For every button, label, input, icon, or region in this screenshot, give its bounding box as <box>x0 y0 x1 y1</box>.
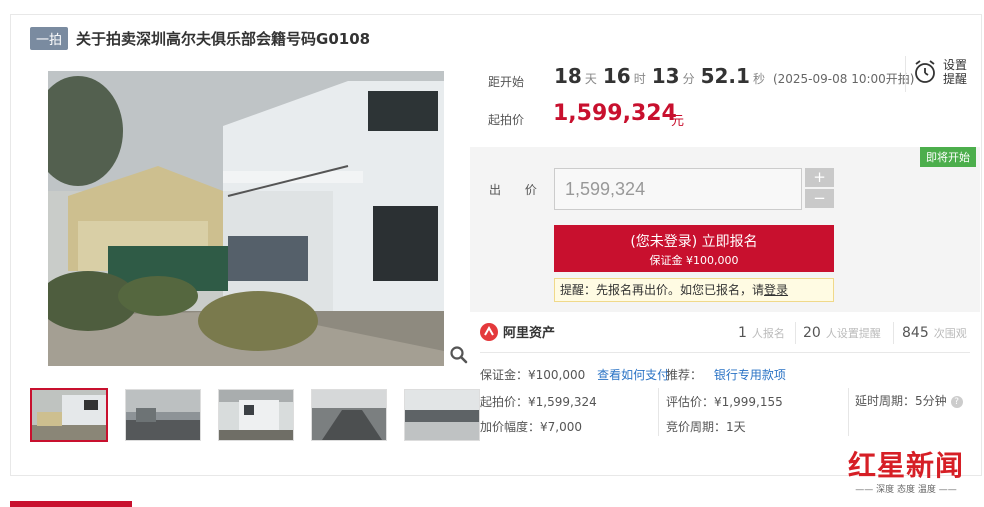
signup-button[interactable]: (您未登录) 立即报名 保证金 ¥100,000 <box>554 225 834 272</box>
reminder-line-2: 提醒 <box>943 72 968 86</box>
increment-value: ¥7,000 <box>540 420 583 434</box>
info-column-divider <box>848 388 849 436</box>
alarm-clock-icon <box>915 60 935 83</box>
watermark-title: 红星新闻 <box>848 449 965 482</box>
countdown-days: 18 <box>554 64 582 88</box>
ali-logo-icon <box>480 322 498 341</box>
info-start-price-label: 起拍价： <box>480 395 529 409</box>
info-start-price-value: ¥1,599,324 <box>528 395 597 409</box>
thumbnail-4[interactable] <box>311 389 387 441</box>
thumbnail-5-image <box>405 390 479 440</box>
stat-signups: 1 人报名 <box>738 325 785 341</box>
page-title: 关于拍卖深圳高尔夫俱乐部会籍号码G0108 <box>76 29 371 48</box>
stat-signups-value: 1 <box>738 325 747 341</box>
bottom-tab-indicator <box>10 501 132 507</box>
start-price-unit: 元 <box>671 114 685 129</box>
recommend-label: 推荐： <box>666 368 703 382</box>
countdown-label: 距开始 <box>488 75 525 89</box>
cycle-label: 竞价周期： <box>666 420 727 434</box>
thumbnail-2[interactable] <box>125 389 201 441</box>
thumbnail-3-image <box>219 390 293 440</box>
status-badge: 即将开始 <box>920 147 976 167</box>
zoom-icon[interactable] <box>449 345 469 365</box>
delay-info: 延时周期：5分钟? <box>855 392 963 409</box>
auction-round-tag: 一拍 <box>30 26 69 50</box>
countdown-minutes: 13 <box>651 64 680 88</box>
countdown-seconds-unit: 秒 <box>752 72 765 86</box>
set-reminder-button[interactable]: 设置 提醒 <box>913 58 967 86</box>
stat-divider <box>795 322 796 344</box>
title-row: 一拍 关于拍卖深圳高尔夫俱乐部会籍号码G0108 <box>30 26 371 50</box>
reminder-line-1: 设置 <box>943 58 968 72</box>
info-column-divider <box>658 388 659 436</box>
platform-logo: 阿里资产 <box>480 322 555 341</box>
ali-logo-glyph <box>484 325 494 335</box>
reminder-divider <box>905 56 906 92</box>
stat-views: 845 次围观 <box>902 325 967 341</box>
appraisal-label: 评估价： <box>666 395 715 409</box>
thumbnail-1-image <box>32 390 106 440</box>
bid-increase-button[interactable]: + <box>805 168 834 187</box>
delay-value: 5分钟 <box>915 394 947 408</box>
delay-label: 延时周期： <box>855 394 916 408</box>
thumbnail-2-image <box>126 390 200 440</box>
stat-reminders-value: 20 <box>803 325 821 341</box>
signup-button-label: (您未登录) 立即报名 <box>630 234 758 250</box>
signup-deposit-label: 保证金 ¥100,000 <box>649 254 739 267</box>
thumbnail-5[interactable] <box>404 389 480 441</box>
stat-divider <box>893 322 894 344</box>
appraisal-value: ¥1,999,155 <box>714 395 783 409</box>
thumbnail-strip <box>30 388 497 442</box>
increment-info: 加价幅度：¥7,000 <box>480 418 582 435</box>
thumbnail-1[interactable] <box>30 388 108 442</box>
cycle-info: 竞价周期：1天 <box>666 418 746 435</box>
cycle-value: 1天 <box>726 420 746 434</box>
bid-decrease-button[interactable]: − <box>805 189 834 208</box>
start-price-label: 起拍价 <box>488 113 525 127</box>
start-price-value: 1,599,324 <box>553 101 677 126</box>
recommend-info: 推荐： 银行专用款项 <box>666 366 786 383</box>
main-photo[interactable] <box>48 71 444 366</box>
login-tip: 提醒：先报名再出价。如您已报名，请登录 <box>554 278 834 302</box>
countdown-seconds: 52.1 <box>700 64 750 88</box>
platform-name: 阿里资产 <box>503 326 556 341</box>
thumbnail-4-image <box>312 390 386 440</box>
bank-payment-link[interactable]: 银行专用款项 <box>714 368 786 382</box>
deposit-label: 保证金： <box>480 368 529 382</box>
countdown-days-unit: 天 <box>584 72 597 86</box>
countdown-minutes-unit: 分 <box>682 72 695 86</box>
how-to-pay-link[interactable]: 查看如何支付 <box>597 368 669 382</box>
stat-reminders: 20 人设置提醒 <box>803 325 881 341</box>
bid-label: 出 价 <box>489 183 547 197</box>
stat-views-label: 次围观 <box>933 327 967 340</box>
deposit-info: 保证金：¥100,000 查看如何支付 <box>480 366 669 383</box>
stat-signups-label: 人报名 <box>751 327 785 340</box>
stat-reminders-label: 人设置提醒 <box>825 327 881 340</box>
thumbnail-3[interactable] <box>218 389 294 441</box>
house-photo-illustration <box>48 71 444 366</box>
help-icon[interactable]: ? <box>950 395 963 408</box>
countdown-hours-unit: 时 <box>633 72 646 86</box>
login-link[interactable]: 登录 <box>764 283 788 297</box>
info-divider <box>480 352 970 353</box>
stat-views-value: 845 <box>902 325 929 341</box>
countdown-hours: 16 <box>602 64 631 88</box>
reminder-label: 设置 提醒 <box>943 58 967 86</box>
increment-label: 加价幅度： <box>480 420 541 434</box>
tip-text: 提醒：先报名再出价。如您已报名，请 <box>560 283 765 297</box>
start-price-info: 起拍价：¥1,599,324 <box>480 393 597 410</box>
countdown-timer: 18 天 16 时 13 分 52.1 秒 (2025-09-08 10:00开… <box>554 64 914 88</box>
appraisal-info: 评估价：¥1,999,155 <box>666 393 783 410</box>
auction-open-time: (2025-09-08 10:00开拍) <box>772 72 915 86</box>
deposit-value: ¥100,000 <box>528 368 586 382</box>
bid-amount-input[interactable]: 1,599,324 <box>554 168 802 210</box>
news-watermark: 红星新闻 —— 深度 态度 温度 —— <box>848 444 964 495</box>
watermark-subtitle: —— 深度 态度 温度 —— <box>855 485 957 495</box>
